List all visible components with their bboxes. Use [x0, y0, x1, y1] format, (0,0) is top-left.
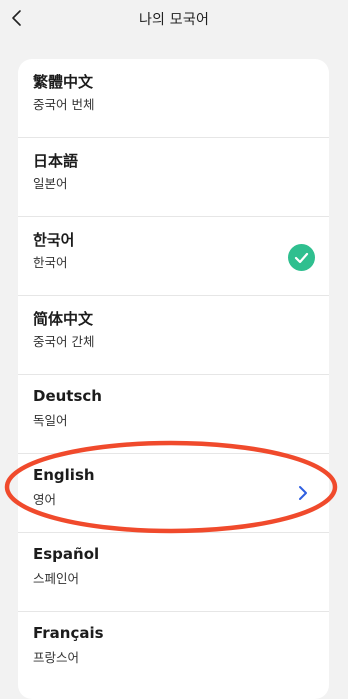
language-local-name: 한국어 — [33, 255, 68, 270]
language-item-korean[interactable]: 한국어 한국어 — [18, 217, 329, 296]
language-item-english[interactable]: English 영어 — [18, 454, 329, 533]
language-native-name: Français — [33, 624, 104, 642]
nav-header: 나의 모국어 — [0, 0, 348, 40]
language-local-name: 중국어 간체 — [33, 334, 95, 349]
language-item-german[interactable]: Deutsch 독일어 — [18, 375, 329, 454]
language-local-name: 일본어 — [33, 176, 68, 191]
language-native-name: 日本語 — [33, 152, 79, 170]
language-native-name: Español — [33, 545, 100, 563]
language-native-name: 한국어 — [33, 231, 75, 249]
checkmark-icon — [288, 244, 315, 271]
language-native-name: Deutsch — [33, 387, 102, 405]
language-local-name: 독일어 — [33, 413, 68, 428]
language-local-name: 스페인어 — [33, 571, 80, 586]
language-item-spanish[interactable]: Español 스페인어 — [18, 533, 329, 612]
language-local-name: 중국어 번체 — [33, 97, 95, 112]
language-list: 繁體中文 중국어 번체 日本語 일본어 한국어 한국어 简体中文 중국어 간체 … — [18, 59, 329, 699]
language-item-simplified-chinese[interactable]: 简体中文 중국어 간체 — [18, 296, 329, 375]
language-native-name: 简体中文 — [33, 310, 94, 328]
chevron-right-icon — [297, 485, 309, 501]
page-title: 나의 모국어 — [138, 12, 210, 28]
language-native-name: 繁體中文 — [33, 73, 94, 91]
language-item-japanese[interactable]: 日本語 일본어 — [18, 138, 329, 217]
language-item-french[interactable]: Français 프랑스어 — [18, 612, 329, 691]
language-item-traditional-chinese[interactable]: 繁體中文 중국어 번체 — [18, 59, 329, 138]
language-local-name: 프랑스어 — [33, 650, 80, 665]
language-local-name: 영어 — [33, 492, 57, 507]
language-native-name: English — [33, 466, 95, 484]
